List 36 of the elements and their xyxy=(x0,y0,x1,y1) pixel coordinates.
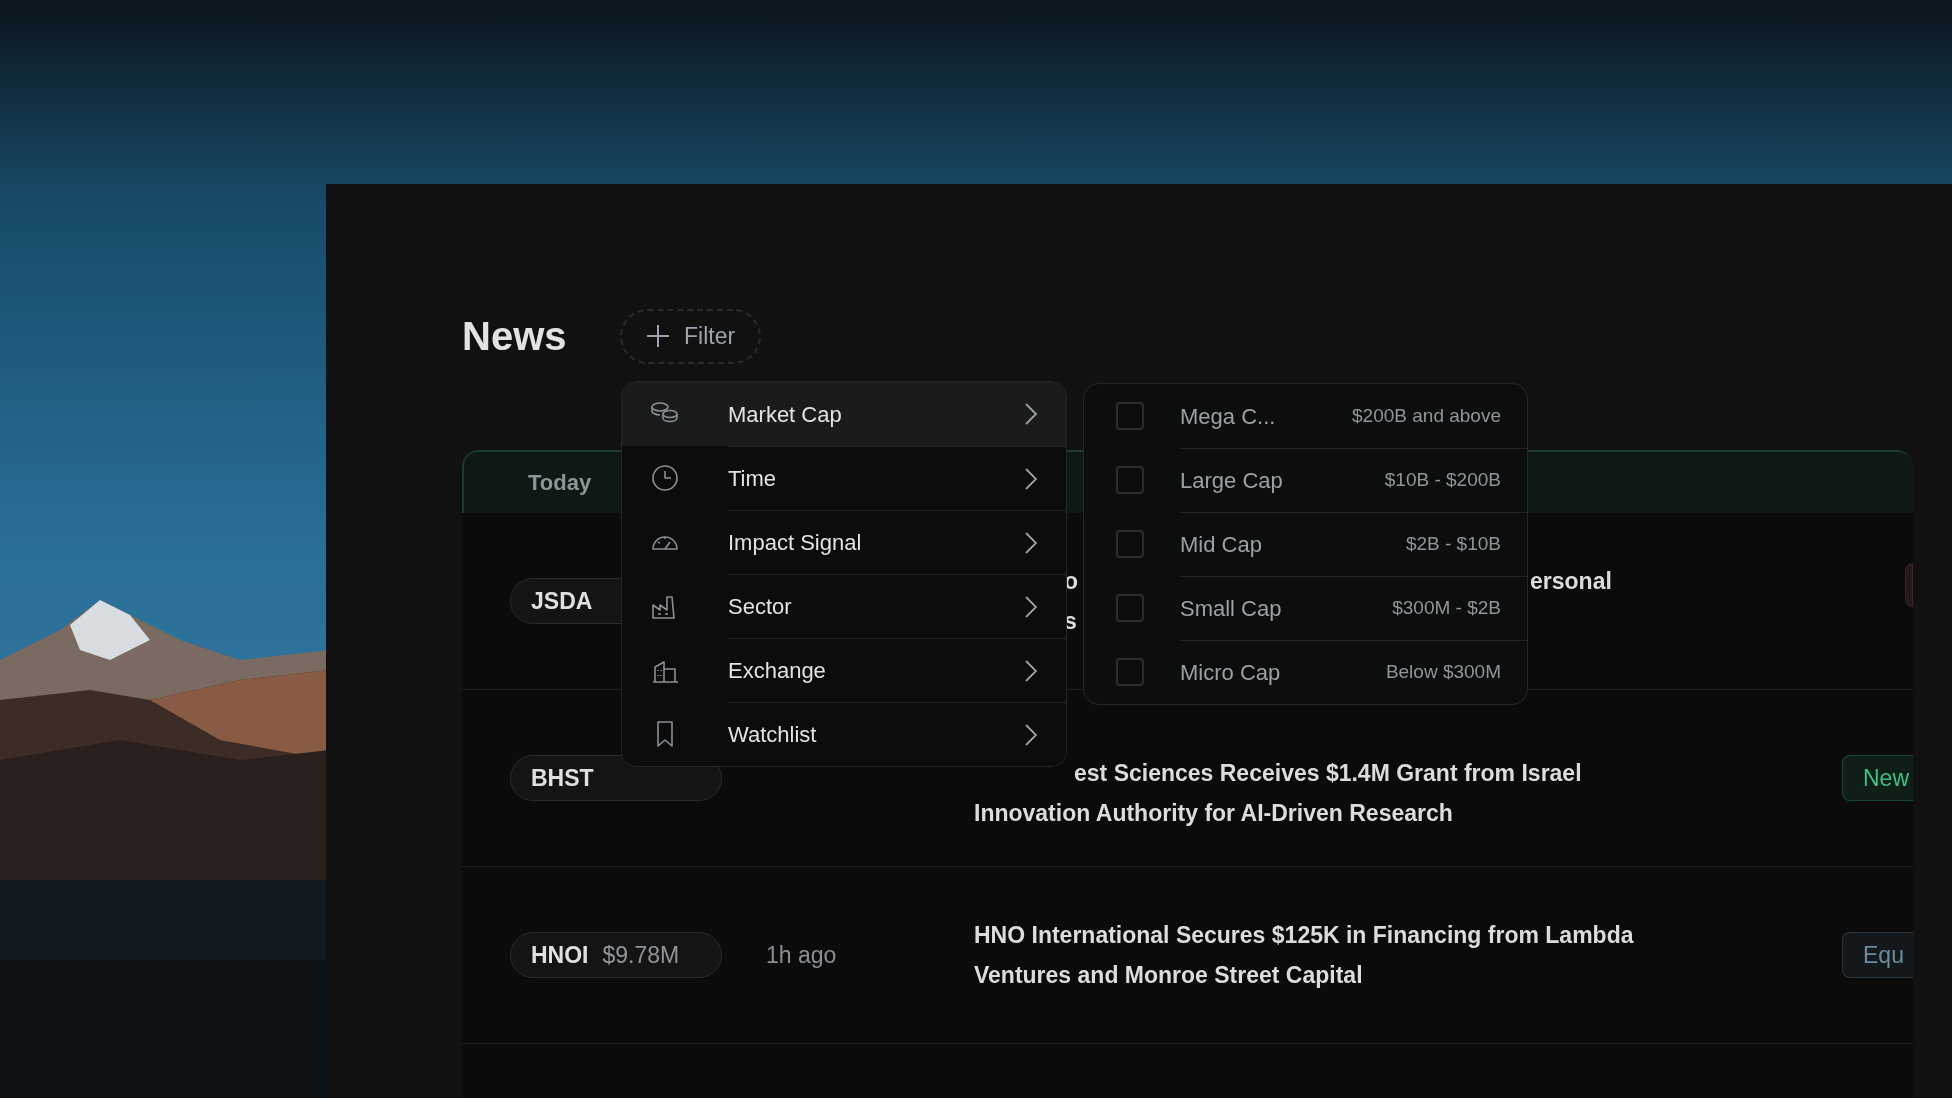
clock-icon xyxy=(650,463,680,493)
plus-icon xyxy=(646,324,670,348)
chevron-right-icon xyxy=(1024,402,1038,426)
checkbox[interactable] xyxy=(1116,466,1144,494)
option-label: Mid Cap xyxy=(1180,531,1263,559)
option-label: Large Cap xyxy=(1180,467,1284,495)
range-label: $200B and above xyxy=(1352,403,1501,428)
chevron-right-icon xyxy=(1024,530,1038,555)
menu-item[interactable]: Market Cap xyxy=(622,382,1066,446)
headline-fragment: ersonal xyxy=(1530,567,1612,596)
menu-item[interactable]: Watchlist xyxy=(622,702,1066,766)
range-label: $10B - $200B xyxy=(1384,468,1501,493)
ticker-pill[interactable]: HNOI $9.78M xyxy=(510,932,722,978)
chevron-right-icon xyxy=(1024,466,1038,491)
option-label: Mega C... xyxy=(1180,402,1277,431)
tag-badge: Equ xyxy=(1842,932,1913,978)
date-label: Today xyxy=(528,469,592,497)
checkbox[interactable] xyxy=(1116,402,1144,430)
range-label: Below $300M xyxy=(1385,660,1501,685)
chevron-right-icon xyxy=(1024,594,1038,619)
headline-text[interactable]: HNO International Secures $125K in Financing from Lambda xyxy=(974,915,1794,955)
range-label: $2B - $10B xyxy=(1405,532,1501,557)
headline-text[interactable]: Innovation Authority for AI-Driven Research xyxy=(974,793,1794,833)
tag-badge: New xyxy=(1842,755,1913,801)
checkbox[interactable] xyxy=(1116,530,1144,558)
page-title: News xyxy=(462,313,568,360)
filter-button[interactable]: Filter xyxy=(620,308,762,364)
chevron-right-icon xyxy=(1024,722,1038,747)
headline-text[interactable]: Ventures and Monroe Street Capital xyxy=(974,955,1794,995)
checkbox[interactable] xyxy=(1116,594,1144,622)
option-label: Micro Cap xyxy=(1180,659,1282,687)
range-label: $300M - $2B xyxy=(1392,596,1501,621)
chevron-right-icon xyxy=(1024,658,1038,683)
time-label: 1h ago xyxy=(766,940,838,970)
checkbox[interactable] xyxy=(1116,658,1144,686)
option-label: Small Cap xyxy=(1180,595,1283,623)
